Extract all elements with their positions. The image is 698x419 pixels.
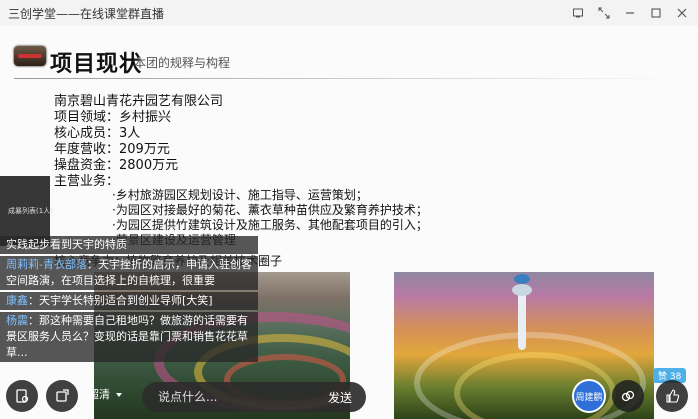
quality-select[interactable]: 超清	[88, 386, 122, 402]
bullet-item: ·为园区提供竹建筑设计及施工服务、其他配套项目的引入；	[112, 218, 428, 232]
company-name: 南京碧山青花卉园艺有限公司	[54, 94, 224, 109]
share-button[interactable]	[46, 380, 78, 412]
info-line: 项目领域：乡村振兴	[54, 110, 172, 125]
member-list-label: 成暴列表(1人)	[8, 207, 53, 215]
chat-text: ：那这种需要自己租地吗？做旅游的话需要有景区服务人员么？变现的话是靠门票和销售花…	[6, 314, 248, 359]
like-button[interactable]	[656, 380, 688, 412]
chat-input-box: 发送	[142, 382, 366, 412]
slide-subtitle: 本团的规释与构程	[134, 56, 231, 70]
chat-input[interactable]	[156, 389, 310, 405]
courseware-button[interactable]	[6, 380, 38, 412]
chat-message: 周莉莉-青衣部落：天宇挫折的启示，申请入驻创客空间路演，在项目选择上的自梳理，很…	[0, 256, 258, 290]
chat-message: 实践起步看到天宇的特质	[0, 236, 258, 254]
pin-icon[interactable]	[568, 4, 588, 22]
share-icon	[56, 389, 69, 402]
window-controls	[568, 4, 692, 22]
window-titlebar: 三创学堂——在线课堂群直播	[0, 0, 698, 27]
quality-label: 超清	[88, 388, 110, 401]
bullet-item: ·为园区对接最好的菊花、薰衣草种苗供应及繁育养护技术；	[112, 203, 428, 217]
minimize-icon[interactable]	[620, 4, 640, 22]
maximize-icon[interactable]	[646, 4, 666, 22]
window-title: 三创学堂——在线课堂群直播	[8, 7, 165, 21]
document-icon	[16, 389, 29, 403]
send-button[interactable]: 发送	[328, 389, 352, 406]
link-icon	[621, 390, 635, 402]
host-avatar[interactable]: 周建鹏	[572, 379, 606, 413]
slide-divider	[14, 78, 684, 79]
info-line: 核心成员：3人	[54, 126, 141, 141]
chat-text: 实践起步看到天宇的特质	[6, 238, 127, 251]
chat-sender: 康鑫	[6, 294, 28, 307]
chat-message: 康鑫：天宇学长特别适合到创业导师[大笑]	[0, 292, 258, 310]
slide-header: 项目现状 本团的规释与构程	[0, 36, 698, 84]
slide-title: 项目现状	[50, 52, 143, 77]
slide-logo-icon	[14, 46, 46, 66]
thumbs-up-icon	[666, 389, 680, 403]
shrink-icon[interactable]	[594, 4, 614, 22]
link-button[interactable]	[612, 380, 644, 412]
slide-info: 南京碧山青花卉园艺有限公司 项目领域：乡村振兴 核心成员：3人 年度营收：209…	[54, 94, 223, 190]
bullet-item: ·乡村旅游园区规划设计、施工指导、运营策划；	[112, 188, 368, 202]
chat-text: ：天宇学长特别适合到创业导师[大笑]	[28, 294, 213, 307]
chat-sender: 周莉莉-青衣部落	[6, 258, 87, 271]
info-line: 年度营收：209万元	[54, 142, 170, 157]
bottom-controls: 超清 发送 周建鹏 赞 38	[0, 368, 698, 419]
chevron-down-icon	[116, 393, 122, 397]
chat-sender: 杨震	[6, 314, 28, 327]
info-line: 操盘资金：2800万元	[54, 158, 179, 173]
chat-messages: 实践起步看到天宇的特质 周莉莉-青衣部落：天宇挫折的启示，申请入驻创客空间路演，…	[0, 236, 270, 364]
observation-tower	[512, 274, 532, 350]
host-name: 周建鹏	[575, 392, 603, 403]
chat-message: 杨震：那这种需要自己租地吗？做旅游的话需要有景区服务人员么？变现的话是靠门票和销…	[0, 312, 258, 362]
close-icon[interactable]	[672, 4, 692, 22]
